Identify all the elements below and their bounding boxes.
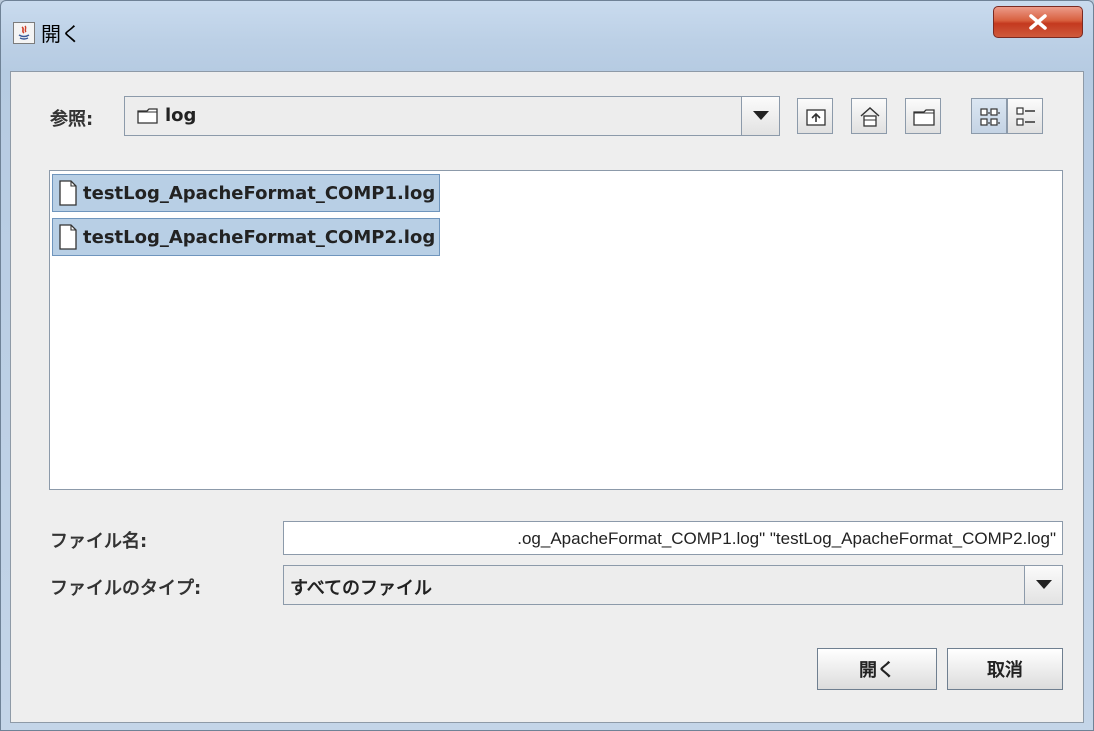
file-type-dropdown-button[interactable] <box>1024 566 1062 604</box>
look-in-combo[interactable]: log <box>124 96 780 136</box>
file-list[interactable]: testLog_ApacheFormat_COMP1.log testLog_A… <box>49 170 1063 490</box>
file-item[interactable]: testLog_ApacheFormat_COMP2.log <box>52 218 441 256</box>
folder-icon <box>137 108 158 124</box>
up-one-level-icon <box>806 109 826 126</box>
title-bar[interactable]: 開く <box>1 1 1093 71</box>
file-icon <box>59 224 77 250</box>
file-open-dialog: 開く 参照: log testLog_ApacheFormat_COMP1.lo… <box>0 0 1094 731</box>
close-button[interactable] <box>993 6 1083 38</box>
close-icon <box>1029 14 1047 30</box>
file-name-value: .og_ApacheFormat_COMP1.log" "testLog_Apa… <box>517 529 1056 548</box>
list-view-icon <box>980 108 1000 126</box>
up-one-level-button[interactable] <box>797 98 833 134</box>
new-folder-button[interactable] <box>905 98 941 134</box>
details-view-button[interactable] <box>1007 98 1043 134</box>
chevron-down-icon <box>753 111 769 120</box>
file-type-combo[interactable]: すべてのファイル <box>283 565 1063 605</box>
file-name: testLog_ApacheFormat_COMP1.log <box>83 182 436 204</box>
chevron-down-icon <box>1036 580 1052 589</box>
look-in-label: 参照: <box>50 109 94 130</box>
file-name-label: ファイル名: <box>50 531 148 552</box>
dialog-content: 参照: log testLog_ApacheFormat_COMP1.log t… <box>10 71 1084 723</box>
home-button[interactable] <box>851 98 887 134</box>
cancel-button[interactable]: 取消 <box>947 648 1063 690</box>
file-type-label: ファイルのタイプ: <box>50 578 202 599</box>
file-name-field[interactable]: .og_ApacheFormat_COMP1.log" "testLog_Apa… <box>283 521 1063 555</box>
home-icon <box>860 106 880 127</box>
java-icon <box>13 22 35 44</box>
new-folder-icon <box>913 109 935 126</box>
window-title: 開く <box>41 22 81 46</box>
look-in-dropdown-button[interactable] <box>741 97 779 135</box>
file-icon <box>59 180 77 206</box>
file-type-value: すべてのファイル <box>290 578 433 599</box>
look-in-value: log <box>165 105 197 126</box>
list-view-button[interactable] <box>971 98 1007 134</box>
open-button[interactable]: 開く <box>817 648 937 690</box>
file-name: testLog_ApacheFormat_COMP2.log <box>83 226 436 248</box>
file-item[interactable]: testLog_ApacheFormat_COMP1.log <box>52 174 441 212</box>
details-view-icon <box>1016 107 1035 126</box>
